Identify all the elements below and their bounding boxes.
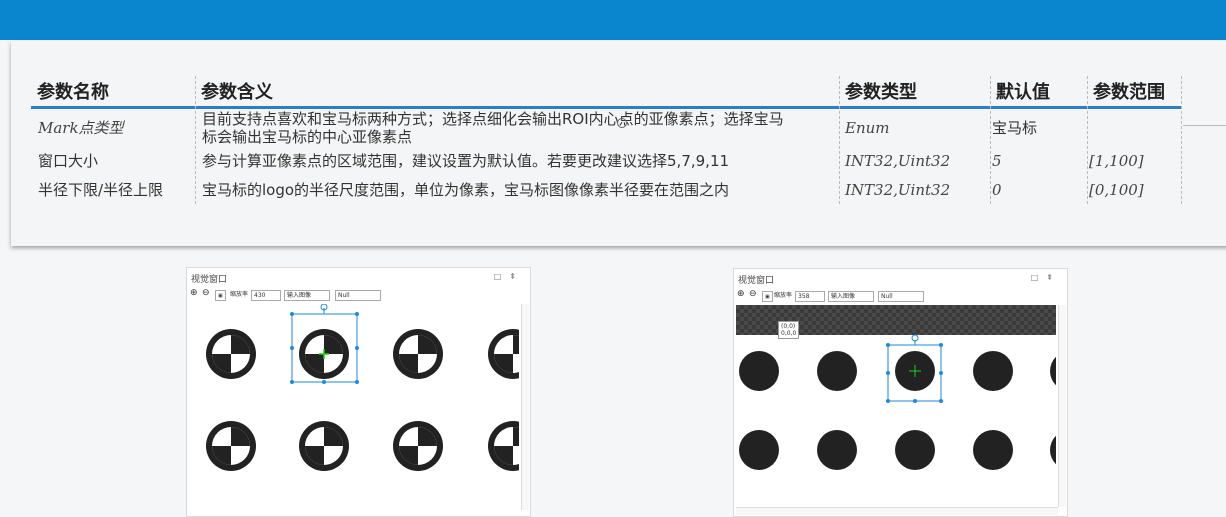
mode-select[interactable]: Null: [335, 290, 381, 301]
zoom-label: 缩放率: [774, 292, 793, 299]
image-canvas[interactable]: (0,0) 0,0,0: [736, 305, 1056, 507]
restore-icon[interactable]: □: [1031, 273, 1047, 282]
header-param-meaning: 参数含义: [201, 82, 273, 103]
dot-mark-icon: [1050, 435, 1056, 465]
column-divider: [195, 76, 196, 204]
zoom-out-icon[interactable]: ⊖: [749, 289, 757, 300]
header-default-value: 默认值: [996, 82, 1050, 103]
dot-mark-icon: [1050, 356, 1056, 386]
window-title: 视觉窗口: [191, 275, 228, 285]
pin-icon[interactable]: ⇞: [509, 272, 524, 281]
dot-mark-icon: [973, 351, 1013, 391]
window-toolbar: ⊕ ⊖ ▣ 缩放率 430 输入图像 Null: [187, 288, 530, 303]
fit-window-icon[interactable]: ▣: [762, 291, 773, 302]
vertical-scrollbar[interactable]: [521, 304, 529, 510]
zoom-input[interactable]: 430: [251, 290, 281, 301]
bmw-mark-icon: [393, 329, 443, 379]
dot-mark-icon: [739, 351, 779, 391]
window-title: 视觉窗口: [738, 276, 775, 286]
column-divider: [990, 76, 991, 204]
pixel-tooltip: (0,0) 0,0,0: [778, 321, 800, 339]
parameter-table-card: 参数名称 参数含义 参数类型 默认值 参数范围 Mark点类型 目前支持点喜欢和…: [11, 41, 1226, 246]
zoom-label: 缩放率: [230, 291, 249, 298]
table-header: 参数名称 参数含义 参数类型 默认值 参数范围: [31, 76, 1182, 109]
zoom-in-icon[interactable]: ⊕: [737, 289, 745, 300]
bmw-mark-icon: [488, 329, 519, 379]
bmw-mark-icon: [488, 421, 519, 471]
mark-image: [206, 304, 519, 471]
dot-mark-icon: [973, 430, 1013, 470]
image-source-select[interactable]: 输入图像: [284, 290, 330, 301]
row1-default: 宝马标: [992, 119, 1038, 137]
row1-name: Mark点类型: [38, 119, 124, 137]
row2-type: INT32,Uint32: [845, 152, 951, 170]
pin-icon[interactable]: ⇞: [1046, 273, 1061, 282]
top-banner: [0, 0, 1226, 40]
header-param-name: 参数名称: [37, 82, 109, 103]
dot-mark-icon: [739, 430, 779, 470]
bmw-mark-icon: [299, 421, 349, 471]
restore-icon[interactable]: □: [494, 272, 510, 281]
row2-name: 窗口大小: [38, 152, 99, 170]
row3-name: 半径下限/半径上限: [38, 181, 164, 199]
header-param-range: 参数范围: [1093, 82, 1165, 103]
dot-mark-icon: [817, 351, 857, 391]
row2-range: [1,100]: [1089, 152, 1144, 170]
column-divider: [839, 76, 840, 204]
zoom-in-icon[interactable]: ⊕: [190, 288, 198, 299]
dot-mark-icon: [817, 430, 857, 470]
window-controls[interactable]: □⇞: [1031, 273, 1061, 282]
window-toolbar: ⊕ ⊖ ▣ 缩放率 358 输入图像 Null: [734, 289, 1067, 304]
vision-window-left[interactable]: 视觉窗口 □⇞ ⊕ ⊖ ▣ 缩放率 430 输入图像 Null: [186, 267, 531, 517]
zoom-input[interactable]: 358: [795, 291, 825, 302]
row3-range: [0,100]: [1089, 181, 1144, 199]
tooltip-rgb: 0,0,0: [781, 330, 797, 337]
bmw-mark-icon: [206, 421, 256, 471]
zoom-out-icon[interactable]: ⊖: [202, 288, 210, 299]
mouse-cursor-icon: [617, 118, 627, 128]
mode-select[interactable]: Null: [878, 291, 924, 302]
row1-meaning-line2: 标会输出宝马标的中心亚像素点: [202, 128, 413, 146]
fit-window-icon[interactable]: ▣: [215, 290, 226, 301]
column-divider: [1087, 76, 1088, 204]
bmw-mark-icon: [393, 421, 443, 471]
row2-default: 5: [992, 152, 1002, 170]
row1-type: Enum: [845, 119, 890, 137]
vertical-scrollbar[interactable]: [1058, 305, 1066, 507]
tooltip-coordinates: (0,0): [781, 323, 796, 330]
image-source-select[interactable]: 输入图像: [828, 291, 874, 302]
row3-type: INT32,Uint32: [845, 181, 951, 199]
row-divider: [1183, 125, 1226, 126]
header-param-type: 参数类型: [845, 82, 917, 103]
window-controls[interactable]: □⇞: [494, 272, 524, 281]
row3-meaning: 宝马标的logo的半径尺度范围，单位为像素，宝马标图像像素半径要在范围之内: [202, 181, 730, 199]
column-divider: [1181, 76, 1182, 204]
horizontal-scrollbar[interactable]: [736, 507, 1058, 515]
image-canvas[interactable]: [189, 304, 519, 510]
dot-mark-icon: [895, 430, 935, 470]
row3-default: 0: [992, 181, 1002, 199]
bmw-mark-icon: [206, 329, 256, 379]
row1-meaning-line1: 目前支持点喜欢和宝马标两种方式；选择点细化会输出ROI内心点的亚像素点；选择宝马: [202, 110, 784, 128]
row2-meaning: 参与计算亚像素点的区域范围，建议设置为默认值。若要更改建议选择5,7,9,11: [202, 152, 730, 170]
vision-window-right[interactable]: 视觉窗口 □⇞ ⊕ ⊖ ▣ 缩放率 358 输入图像 Null (0,0) 0,…: [733, 268, 1068, 517]
